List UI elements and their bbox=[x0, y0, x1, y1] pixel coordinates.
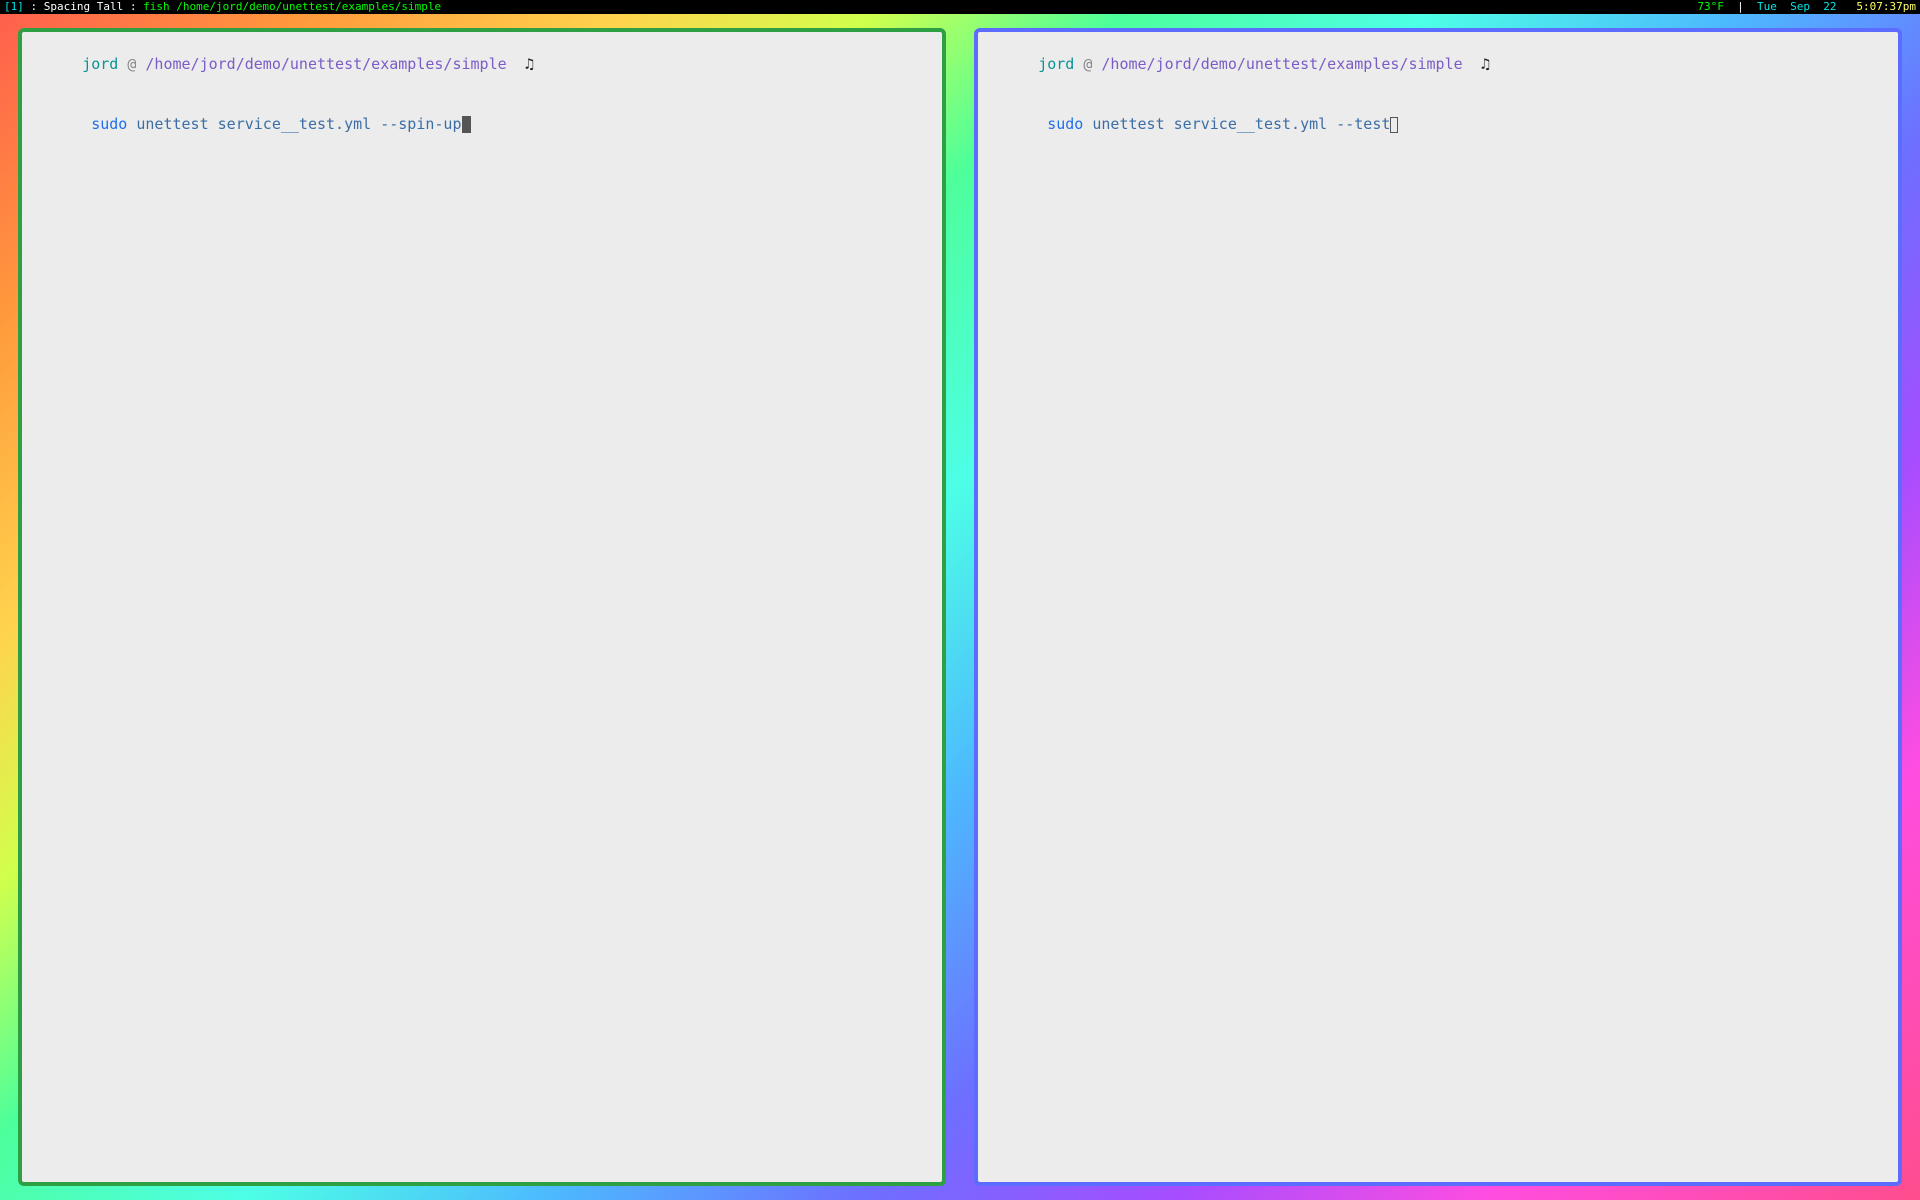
sep: : bbox=[123, 0, 143, 14]
terminal-pane-left[interactable]: jord @ /home/jord/demo/unettest/examples… bbox=[18, 28, 946, 1186]
sep: | bbox=[1724, 0, 1757, 14]
prompt-path: /home/jord/demo/unettest/examples/simple bbox=[145, 55, 506, 73]
sep bbox=[1837, 0, 1857, 14]
shell-cwd: /home/jord/demo/unettest/examples/simple bbox=[170, 0, 442, 14]
session-index: [1] bbox=[4, 0, 24, 14]
shell-prompt: jord @ /home/jord/demo/unettest/examples… bbox=[28, 34, 936, 94]
status-bar-right: 73°F | Tue Sep 22 5:07:37pm bbox=[1697, 0, 1916, 14]
prompt-at: @ bbox=[118, 55, 145, 73]
command-line[interactable]: sudo unettest service__test.yml --spin-u… bbox=[28, 94, 936, 154]
command-line[interactable]: sudo unettest service__test.yml --test bbox=[984, 94, 1892, 154]
music-icon: ♫ bbox=[1463, 55, 1490, 73]
date: Tue Sep 22 bbox=[1757, 0, 1836, 14]
shell-prompt: jord @ /home/jord/demo/unettest/examples… bbox=[984, 34, 1892, 94]
cmd-arg-file: service__test.yml bbox=[218, 115, 372, 133]
cmd-sudo: sudo bbox=[91, 115, 127, 133]
cmd-sudo: sudo bbox=[1047, 115, 1083, 133]
prompt-user: jord bbox=[1038, 55, 1074, 73]
cursor-icon bbox=[462, 116, 471, 133]
sp bbox=[1327, 115, 1336, 133]
sp bbox=[371, 115, 380, 133]
lead bbox=[82, 115, 91, 133]
sep: : bbox=[24, 0, 44, 14]
sp bbox=[1165, 115, 1174, 133]
prompt-at: @ bbox=[1074, 55, 1101, 73]
cmd-flag: --test bbox=[1336, 115, 1390, 133]
prompt-path: /home/jord/demo/unettest/examples/simple bbox=[1101, 55, 1462, 73]
temperature: 73°F bbox=[1697, 0, 1724, 14]
music-icon: ♫ bbox=[507, 55, 534, 73]
status-bar-left: [1] : Spacing Tall : fish /home/jord/dem… bbox=[4, 0, 441, 14]
desktop-background: jord @ /home/jord/demo/unettest/examples… bbox=[0, 14, 1920, 1200]
cmd-binary: unettest bbox=[136, 115, 208, 133]
sp bbox=[209, 115, 218, 133]
cmd-arg-file: service__test.yml bbox=[1174, 115, 1328, 133]
cursor-icon bbox=[1390, 117, 1398, 133]
time: 5:07:37pm bbox=[1856, 0, 1916, 14]
terminal-pane-right[interactable]: jord @ /home/jord/demo/unettest/examples… bbox=[974, 28, 1902, 1186]
layout-name: Spacing Tall bbox=[44, 0, 123, 14]
cmd-binary: unettest bbox=[1092, 115, 1164, 133]
lead bbox=[1038, 115, 1047, 133]
prompt-user: jord bbox=[82, 55, 118, 73]
cmd-flag: --spin-up bbox=[380, 115, 461, 133]
status-bar: [1] : Spacing Tall : fish /home/jord/dem… bbox=[0, 0, 1920, 14]
shell-name: fish bbox=[143, 0, 170, 14]
